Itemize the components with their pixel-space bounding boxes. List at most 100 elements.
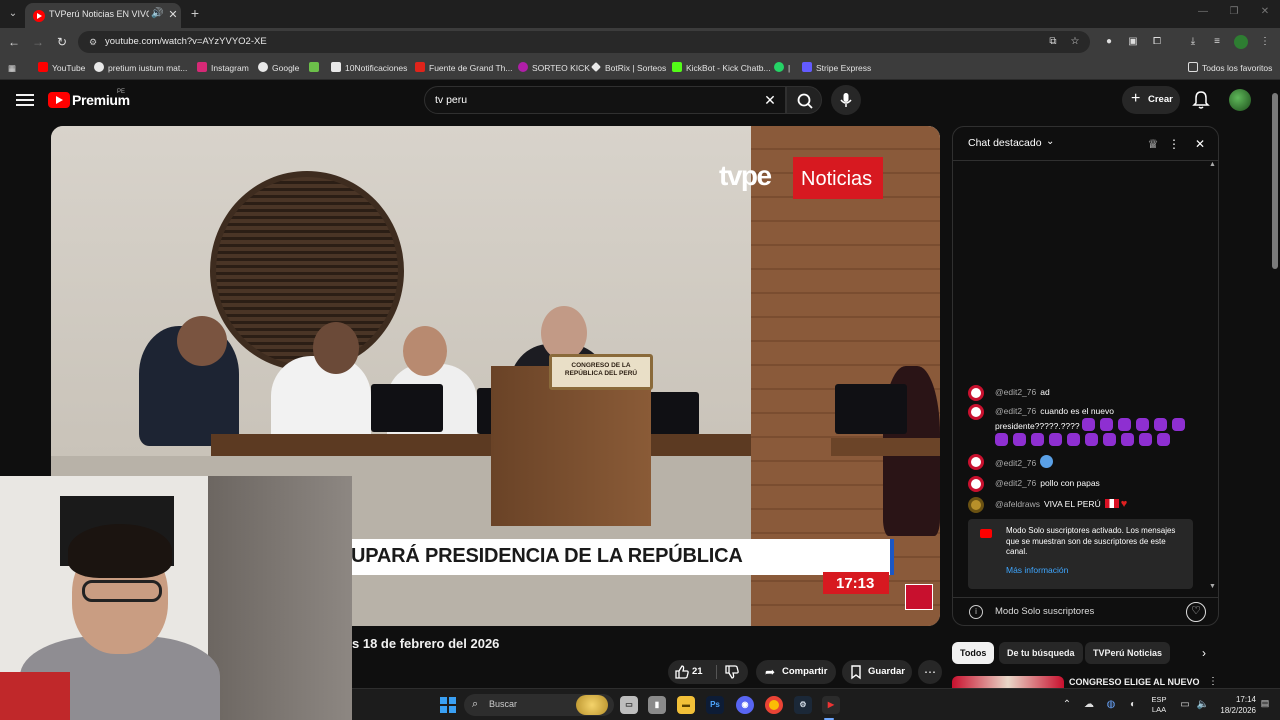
scrollbar-thumb[interactable] bbox=[1272, 93, 1278, 269]
chrome-menu-icon[interactable]: ⋮ bbox=[1258, 35, 1272, 49]
clear-search-icon[interactable]: ✕ bbox=[761, 91, 779, 109]
tray-app-icon[interactable]: ◍ bbox=[1104, 698, 1118, 712]
minimize-icon[interactable]: — bbox=[1196, 6, 1210, 20]
task-view-icon[interactable]: ▭ bbox=[620, 696, 638, 714]
more-vertical-icon[interactable]: ⋮ bbox=[1166, 136, 1182, 152]
youtube-logo-icon[interactable] bbox=[48, 92, 70, 108]
account-avatar[interactable] bbox=[1229, 89, 1251, 111]
voice-search-button[interactable] bbox=[831, 85, 861, 115]
reload-icon[interactable]: ↻ bbox=[54, 34, 70, 50]
app-icon[interactable]: ▮ bbox=[648, 696, 666, 714]
tray-app-icon[interactable]: ☁ bbox=[1082, 698, 1096, 712]
chip-channel[interactable]: TVPerú Noticias bbox=[1085, 642, 1171, 664]
close-chat-icon[interactable]: ✕ bbox=[1192, 136, 1208, 152]
file-explorer-icon[interactable]: ▬ bbox=[677, 696, 695, 714]
extension-icon[interactable]: ▣ bbox=[1126, 35, 1140, 49]
clock[interactable]: 17:14 18/2/2026 bbox=[1216, 694, 1256, 716]
bookmark-youtube[interactable]: YouTube bbox=[38, 61, 85, 75]
back-icon[interactable]: ← bbox=[6, 34, 22, 50]
media-control-icon[interactable]: ≡ bbox=[1210, 35, 1224, 49]
chrome-icon[interactable] bbox=[765, 696, 783, 714]
chat-author[interactable]: @edit2_76 bbox=[995, 458, 1036, 468]
tray-app-icon[interactable]: ◐ bbox=[1126, 698, 1140, 712]
bookmark-google[interactable]: Google bbox=[258, 61, 299, 75]
bookmark-sorteo-kick[interactable]: SORTEO KICK bbox=[518, 61, 590, 75]
page-scrollbar[interactable] bbox=[1270, 81, 1280, 688]
heart-reaction-icon[interactable]: ♡ bbox=[1186, 602, 1206, 622]
chevron-down-icon[interactable]: ⌄ bbox=[1046, 136, 1054, 147]
chevron-right-icon[interactable]: › bbox=[1196, 644, 1212, 662]
new-tab-icon[interactable]: + bbox=[188, 5, 202, 21]
speaker-icon[interactable]: 🔊 bbox=[151, 8, 163, 22]
bookmark-notificaciones[interactable]: 10Notificaciones bbox=[331, 61, 407, 75]
more-vertical-icon[interactable]: ⋮ bbox=[1208, 676, 1218, 687]
extensions-puzzle-icon[interactable]: ⧠ bbox=[1150, 35, 1164, 49]
extension-icon[interactable]: ● bbox=[1102, 35, 1116, 49]
site-info-icon[interactable]: ⚙ bbox=[86, 35, 100, 49]
profile-avatar[interactable] bbox=[1234, 35, 1248, 49]
dislike-button[interactable] bbox=[724, 664, 740, 680]
chat-author[interactable]: @edit2_76 bbox=[995, 478, 1036, 488]
bookmark-pretium[interactable]: pretium iustum mat... bbox=[94, 61, 187, 75]
recommendation-title[interactable]: CONGRESO ELIGE AL NUEVO bbox=[1069, 677, 1200, 687]
chip-from-search[interactable]: De tu búsqueda bbox=[999, 642, 1083, 664]
notification-center-icon[interactable]: ▤ bbox=[1258, 698, 1272, 712]
search-button[interactable] bbox=[786, 86, 822, 114]
widgets-icon[interactable] bbox=[576, 695, 608, 715]
network-icon[interactable]: ▭ bbox=[1178, 698, 1192, 712]
all-bookmarks[interactable]: Todos los favoritos bbox=[1188, 61, 1272, 75]
bookmark-whatsapp[interactable]: | bbox=[774, 61, 790, 75]
url-text[interactable]: youtube.com/watch?v=AYzYVYO2-XE bbox=[105, 36, 267, 47]
crown-icon[interactable]: ♕ bbox=[1145, 136, 1161, 152]
browser-tab[interactable]: TVPerú Noticias EN VIVO: N 🔊 ✕ bbox=[25, 3, 181, 28]
close-tab-icon[interactable]: ✕ bbox=[167, 8, 179, 22]
photoshop-icon[interactable]: Ps bbox=[706, 696, 724, 714]
chat-scroll-down-icon[interactable]: ▼ bbox=[1209, 583, 1216, 590]
chat-scroll-up-icon[interactable]: ▲ bbox=[1209, 161, 1216, 168]
save-button[interactable]: Guardar bbox=[842, 660, 912, 684]
share-button[interactable]: ➦ Compartir bbox=[756, 660, 836, 684]
omnibox[interactable]: ⚙ youtube.com/watch?v=AYzYVYO2-XE ⧉ ☆ bbox=[78, 31, 1090, 53]
video-frame bbox=[177, 316, 227, 366]
window-close-icon[interactable]: ✕ bbox=[1258, 6, 1272, 20]
search-input[interactable]: tv peru ✕ bbox=[424, 86, 786, 114]
bookmark-grand-theft[interactable]: Fuente de Grand Th... bbox=[415, 61, 512, 75]
tray-overflow-icon[interactable]: ⌃ bbox=[1060, 698, 1074, 712]
more-actions-button[interactable]: ⋯ bbox=[918, 660, 942, 684]
volume-icon[interactable]: 🔈 bbox=[1196, 698, 1210, 712]
bookmark-unnamed[interactable] bbox=[309, 61, 323, 75]
video-frame bbox=[210, 171, 404, 371]
bookmark-star-icon[interactable]: ☆ bbox=[1068, 35, 1082, 49]
hamburger-menu-icon[interactable] bbox=[16, 91, 34, 109]
chip-all[interactable]: Todos bbox=[952, 642, 995, 664]
windows-start-icon[interactable] bbox=[440, 697, 456, 713]
search-icon: ⌕ bbox=[472, 698, 479, 710]
chat-author[interactable]: @edit2_76 bbox=[995, 387, 1036, 397]
steam-icon[interactable]: ⚙ bbox=[794, 696, 812, 714]
tab-search-icon[interactable]: ⌄ bbox=[5, 6, 21, 22]
bookmark-botrix[interactable]: BotRix | Sorteos bbox=[591, 61, 666, 75]
info-icon[interactable]: i bbox=[969, 605, 983, 619]
bookmark-stripe[interactable]: Stripe Express bbox=[802, 61, 871, 75]
folder-icon bbox=[1188, 62, 1198, 72]
restore-icon[interactable]: ❐ bbox=[1227, 6, 1241, 20]
create-button[interactable]: + Crear bbox=[1122, 86, 1180, 114]
discord-icon[interactable]: ◉ bbox=[736, 696, 754, 714]
forward-icon[interactable]: → bbox=[30, 34, 46, 50]
google-icon bbox=[258, 62, 268, 72]
more-info-link[interactable]: Más información bbox=[1006, 565, 1068, 575]
chat-author[interactable]: @afeldraws bbox=[995, 499, 1040, 509]
bookmark-kickbot[interactable]: KickBot - Kick Chatb... bbox=[672, 61, 771, 75]
download-icon[interactable]: ⤓ bbox=[1186, 35, 1200, 49]
stripe-icon bbox=[802, 62, 812, 72]
notifications-bell-icon[interactable] bbox=[1192, 90, 1210, 110]
app-icon[interactable]: ▶ bbox=[822, 696, 840, 714]
apps-grid-icon[interactable]: ▦ bbox=[8, 61, 16, 75]
search-query[interactable]: tv peru bbox=[435, 94, 467, 106]
chat-mode-dropdown[interactable]: Chat destacado bbox=[968, 137, 1042, 149]
bookmark-instagram[interactable]: Instagram bbox=[197, 61, 249, 75]
language-indicator[interactable]: ESP LAA bbox=[1148, 695, 1170, 715]
chat-author[interactable]: @edit2_76 bbox=[995, 406, 1036, 416]
install-app-icon[interactable]: ⧉ bbox=[1046, 35, 1060, 49]
like-button[interactable] bbox=[674, 664, 690, 680]
